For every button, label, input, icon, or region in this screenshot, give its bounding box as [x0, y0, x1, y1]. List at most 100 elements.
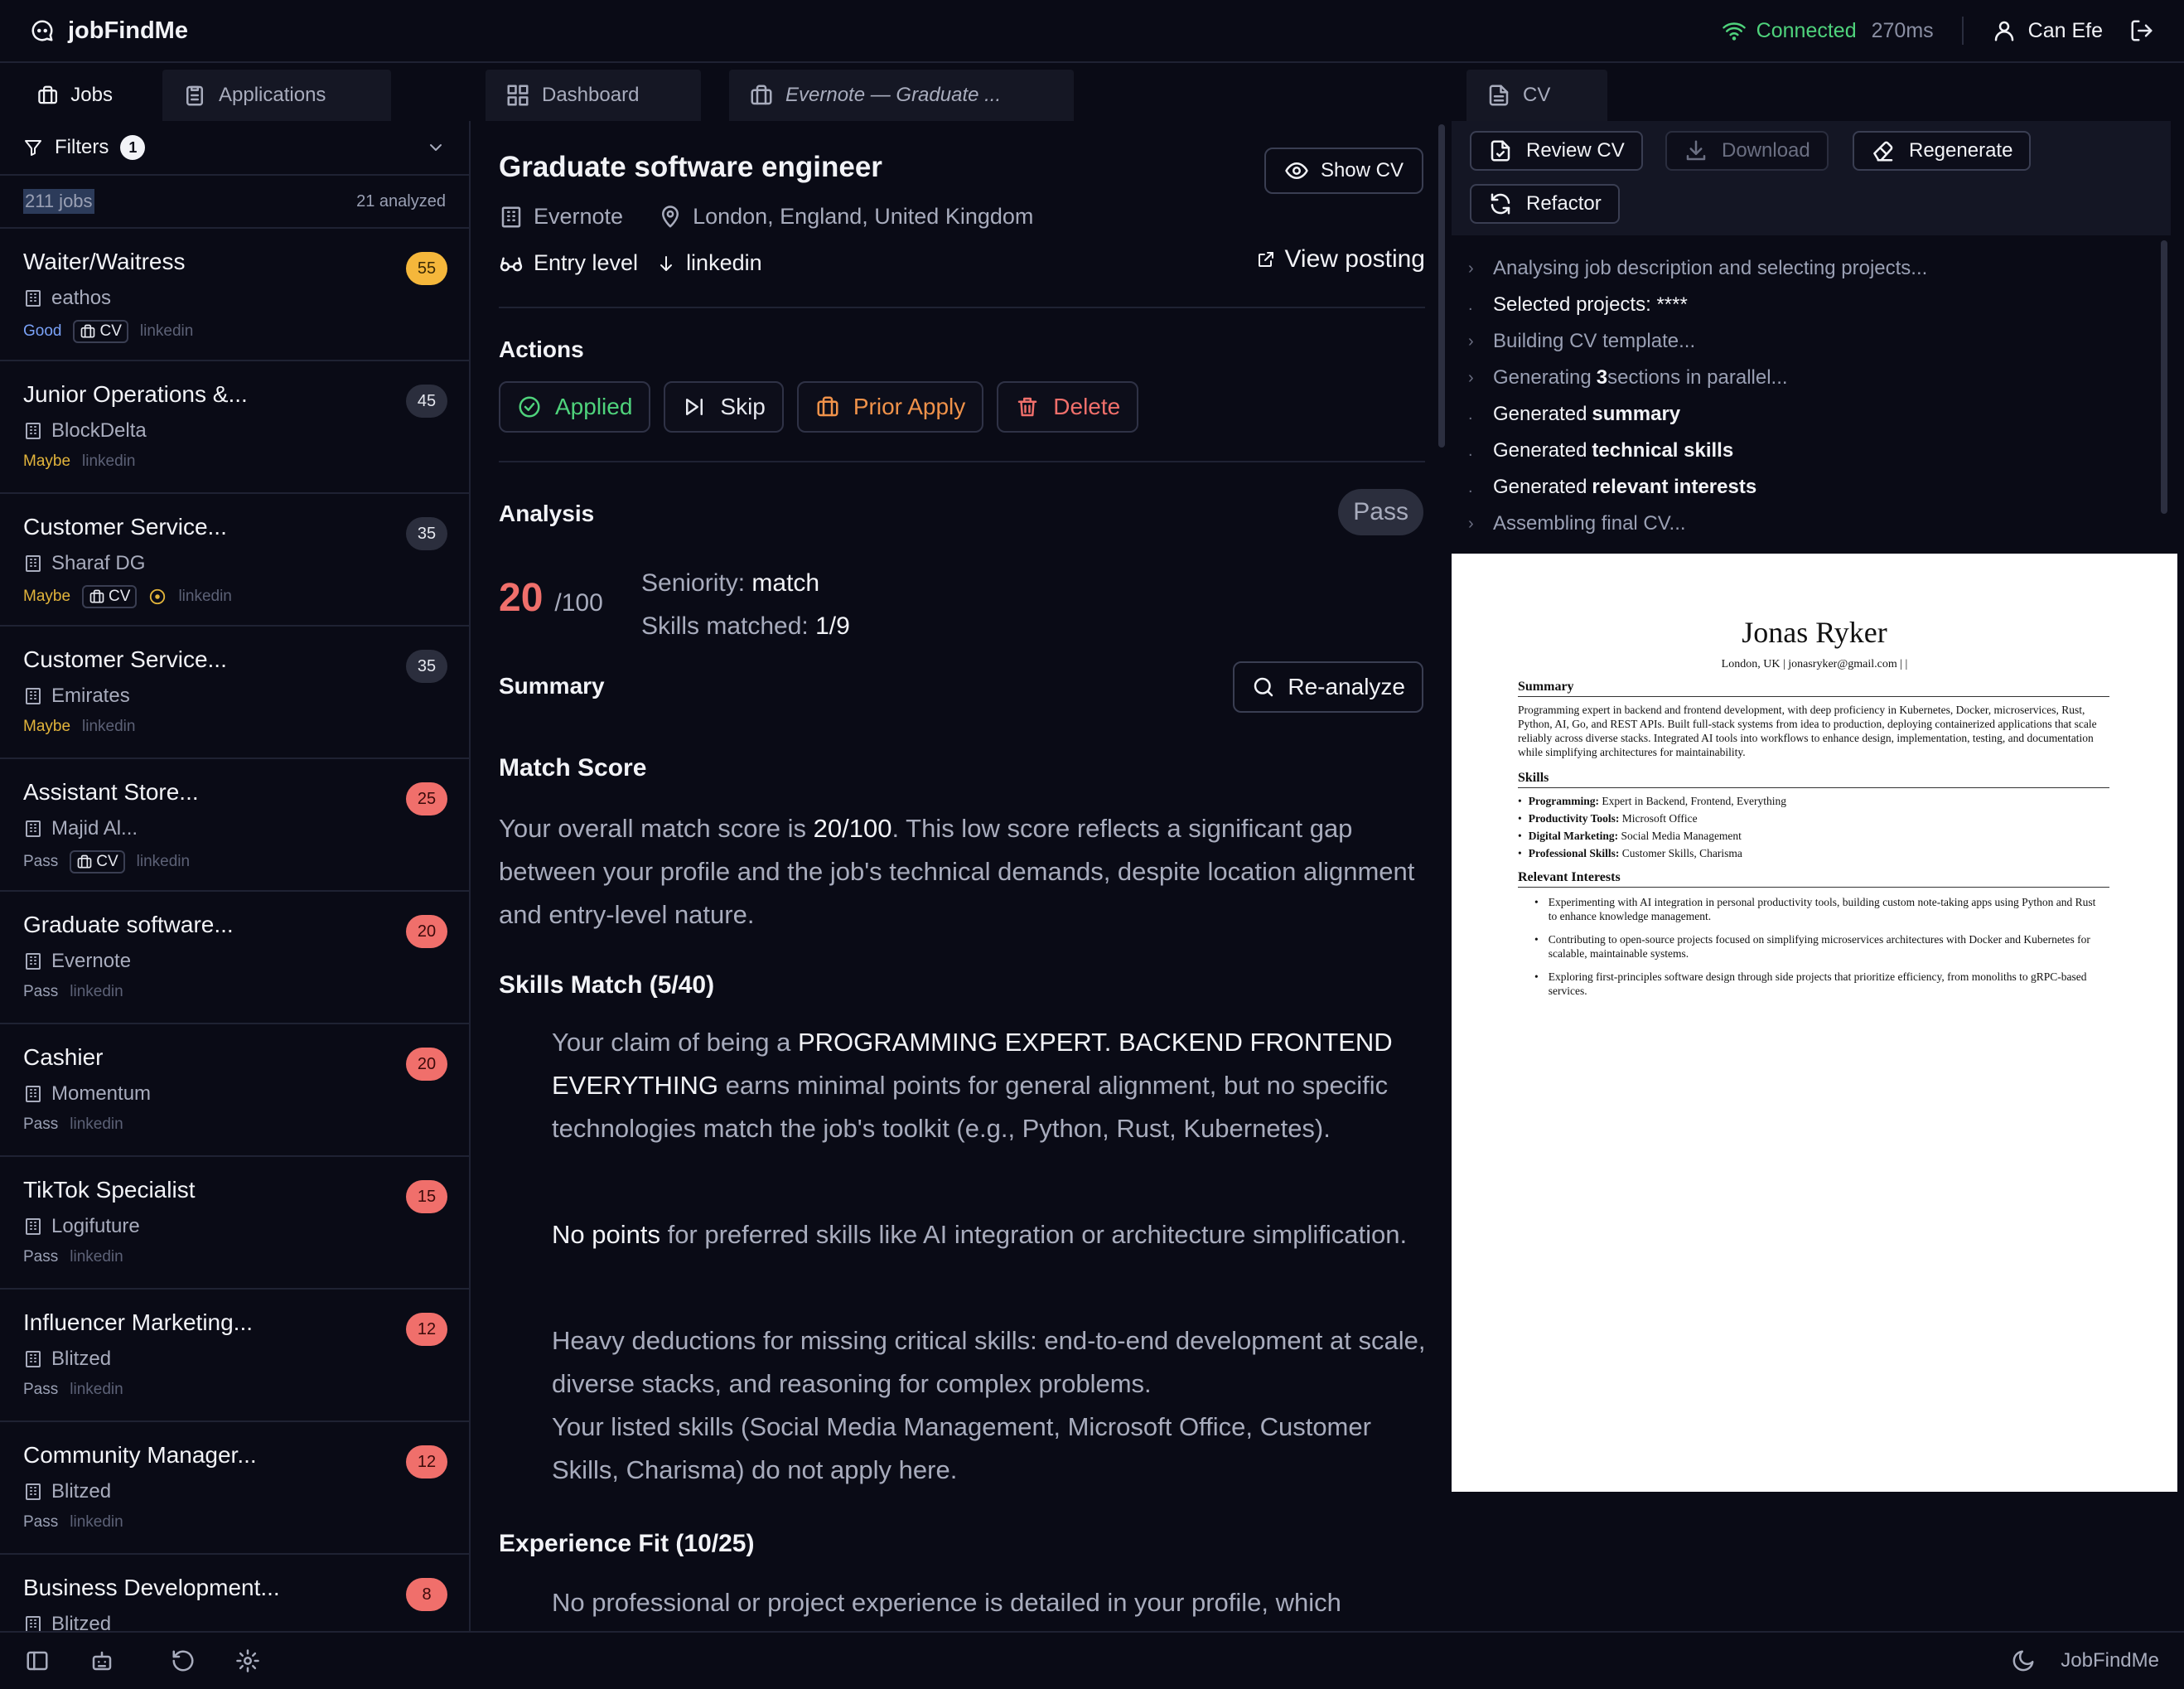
job-list-item[interactable]: Junior Operations &... BlockDelta Maybe l…: [0, 361, 469, 494]
fit-label: Pass: [23, 1513, 59, 1531]
gear-icon[interactable]: [235, 1648, 260, 1673]
chevron-right-icon: ›: [1468, 514, 1474, 533]
fit-label: Maybe: [23, 718, 71, 735]
job-list-item[interactable]: Waiter/Waitress eathos Good CV linkedin 55: [0, 229, 469, 361]
tab-applications[interactable]: Applications: [162, 70, 391, 121]
score-badge: 45: [406, 385, 447, 418]
cv-interest-item: • Exploring first-principles software des…: [1534, 970, 2087, 997]
filters-toggle[interactable]: Filters 1: [0, 121, 469, 176]
divider: [499, 461, 1425, 462]
cv-interests-list: • Experimenting with AI integration in pe…: [1534, 895, 2106, 1007]
job-list-item[interactable]: Customer Service... Emirates Maybe linked…: [0, 627, 469, 759]
job-source: linkedin: [70, 1513, 123, 1531]
regenerate-button[interactable]: Regenerate: [1853, 131, 2032, 171]
cv-chip: CV: [70, 850, 125, 874]
job-count: 211 jobs: [23, 189, 94, 214]
connection-status: Connected: [1722, 18, 1857, 43]
robot-icon[interactable]: [89, 1648, 114, 1673]
chevron-right-icon: ›: [1468, 259, 1474, 278]
building-icon: [26, 1616, 41, 1631]
tab-dashboard[interactable]: Dashboard: [486, 70, 701, 121]
skills-matched-value: 1/9: [815, 612, 850, 640]
job-company: Majid Al...: [23, 817, 446, 840]
download-button[interactable]: Download: [1665, 131, 1829, 171]
job-location: London, England, United Kingdom: [693, 204, 1034, 229]
job-source: linkedin: [178, 588, 232, 605]
check-circle-icon: [519, 396, 540, 418]
job-list-item[interactable]: Customer Service... Sharaf DG Maybe CV lin…: [0, 494, 469, 627]
scrollbar[interactable]: [1438, 124, 1445, 448]
bullet-icon: •: [1534, 933, 1539, 946]
logout-icon[interactable]: [2129, 18, 2154, 43]
applied-button[interactable]: Applied: [499, 381, 651, 433]
score-badge: 35: [406, 650, 447, 683]
delete-button[interactable]: Delete: [997, 381, 1139, 433]
user-menu[interactable]: Can Efe: [1992, 18, 2103, 43]
job-source: linkedin: [70, 1381, 123, 1398]
show-cv-button[interactable]: Show CV: [1264, 148, 1423, 194]
external-link-icon: [1259, 252, 1274, 267]
score-badge: 35: [406, 517, 447, 550]
job-list-item[interactable]: Assistant Store... Majid Al... Pass CV lin…: [0, 759, 469, 892]
generation-log: › Analysing job description and selectin…: [1452, 235, 2171, 559]
job-source: linkedin: [686, 250, 762, 275]
job-source: linkedin: [82, 452, 136, 470]
job-list-item[interactable]: TikTok Specialist Logifuture Pass linkedi…: [0, 1157, 469, 1290]
scrollbar[interactable]: [2161, 240, 2167, 514]
job-title: Assistant Store...: [23, 779, 199, 805]
cv-skills-list: • Programming: Expert in Backend, Fronten…: [1518, 792, 2109, 862]
building-icon: [26, 423, 41, 439]
tab-jobs[interactable]: Jobs: [17, 70, 133, 121]
bullet-icon: •: [1534, 970, 1539, 983]
chevron-down-icon[interactable]: [426, 138, 446, 157]
job-list-item[interactable]: Graduate software... Evernote Pass linked…: [0, 892, 469, 1024]
score-badge: 20: [406, 1048, 447, 1081]
fit-label: Maybe: [23, 588, 71, 605]
re-analyze-button[interactable]: Re-analyze: [1233, 661, 1423, 713]
cv-name: Jonas Ryker: [1742, 616, 1887, 649]
download-icon: [1686, 140, 1706, 161]
building-icon: [26, 1218, 41, 1235]
latency: 270ms: [1871, 18, 1934, 42]
prior-apply-button[interactable]: Prior Apply: [796, 381, 984, 433]
job-meta: Pass linkedin: [23, 1116, 446, 1134]
job-meta: Maybe linkedin: [23, 718, 446, 736]
job-company: Evernote: [23, 950, 446, 973]
cv-skills-heading: Skills: [1518, 771, 2109, 788]
cv-summary-heading: Summary: [1518, 680, 2109, 697]
job-company: Momentum: [23, 1082, 446, 1106]
tab-strip: Jobs Applications Dashboard Evernote — G…: [0, 65, 2184, 121]
building-icon: [26, 1483, 41, 1500]
refactor-button[interactable]: Refactor: [1470, 184, 1620, 224]
job-title: Cashier: [23, 1044, 104, 1070]
moon-icon[interactable]: [2011, 1648, 2036, 1673]
analyzed-count: 21 analyzed: [356, 191, 446, 211]
score-value: 20: [499, 576, 544, 620]
job-list-item[interactable]: Influencer Marketing... Blitzed Pass link…: [0, 1290, 469, 1422]
job-company-location: Evernote London, England, United Kingdom: [499, 204, 1033, 230]
tab-job-detail[interactable]: Evernote — Graduate ...: [729, 70, 1074, 121]
cv-interest-item: • Experimenting with AI integration in pe…: [1534, 896, 2096, 922]
job-meta: Pass linkedin: [23, 1381, 446, 1399]
job-list-item[interactable]: Community Manager... Blitzed Pass linkedi…: [0, 1422, 469, 1555]
job-list-item[interactable]: Cashier Momentum Pass linkedin 20: [0, 1024, 469, 1157]
bullet-icon: •: [1534, 896, 1539, 908]
score-badge: 20: [406, 915, 447, 948]
brand[interactable]: jobFindMe: [30, 17, 188, 45]
bullet-icon: .: [1468, 441, 1473, 460]
bullet-icon: •: [1518, 830, 1522, 842]
undo-icon[interactable]: [171, 1648, 196, 1673]
skip-button[interactable]: Skip: [664, 381, 784, 433]
sidebar-toggle-icon[interactable]: [25, 1648, 50, 1673]
job-list-item[interactable]: Business Development... Blitzed 8: [0, 1555, 469, 1631]
pending-clock-icon: [150, 588, 166, 605]
view-posting-link[interactable]: View posting: [1256, 245, 1425, 273]
analysis-details: Seniority: match Skills matched: 1/9: [641, 569, 850, 640]
tab-cv[interactable]: CV: [1466, 70, 1607, 121]
log-line: › Analysing job description and selectin…: [1468, 257, 1928, 279]
building-icon: [26, 953, 41, 970]
job-meta: Good CV linkedin: [23, 320, 446, 343]
review-cv-button[interactable]: Review CV: [1470, 131, 1643, 171]
job-title: Customer Service...: [23, 514, 227, 540]
cv-interest-item: • Contributing to open-source projects fo…: [1534, 933, 2090, 960]
